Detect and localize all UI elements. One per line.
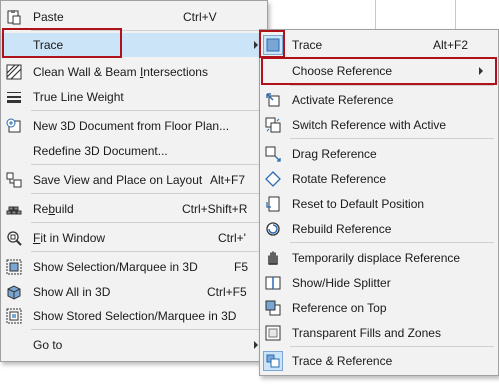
submenu-item-reset-position[interactable]: Reset to Default Position xyxy=(260,192,498,216)
menu-separator xyxy=(290,85,494,86)
menu-item-label: Activate Reference xyxy=(292,93,394,107)
menu-item-label: Trace xyxy=(292,38,323,52)
stored-selection-3d-icon xyxy=(6,308,22,324)
menu-item-shortcut: Ctrl+' xyxy=(218,231,246,245)
submenu-arrow-icon xyxy=(254,341,258,349)
menu-separator xyxy=(31,164,263,165)
menu-item-shortcut: Ctrl+F5 xyxy=(207,285,247,299)
menu-item-go-to[interactable]: Go to xyxy=(1,333,267,357)
show-all-3d-icon xyxy=(6,284,22,300)
menu-separator xyxy=(290,138,494,139)
submenu-item-drag-reference[interactable]: Drag Reference xyxy=(260,142,498,166)
splitter-icon xyxy=(265,275,281,291)
menu-item-shortcut: Ctrl+V xyxy=(183,10,217,24)
menu-separator xyxy=(290,242,494,243)
submenu-item-trace-and-reference[interactable]: Trace & Reference xyxy=(260,349,498,373)
save-view-layout-icon xyxy=(6,172,22,188)
menu-item-label: Rotate Reference xyxy=(292,172,387,186)
submenu-arrow-icon xyxy=(254,41,258,49)
submenu-item-reference-on-top[interactable]: Reference on Top xyxy=(260,296,498,320)
menu-item-label: Clean Wall & Beam Intersections xyxy=(33,65,208,79)
reference-on-top-icon xyxy=(265,300,281,316)
background-gridline xyxy=(455,0,456,30)
menu-item-label: New 3D Document from Floor Plan... xyxy=(33,119,230,133)
menu-item-label: True Line Weight xyxy=(33,90,124,104)
menu-item-label: Rebuild xyxy=(33,202,74,216)
submenu-item-temporarily-displace[interactable]: Temporarily displace Reference xyxy=(260,246,498,270)
submenu-item-show-hide-splitter[interactable]: Show/Hide Splitter xyxy=(260,271,498,295)
menu-item-show-all-3d[interactable]: Show All in 3D Ctrl+F5 xyxy=(1,280,267,304)
menu-item-label: Redefine 3D Document... xyxy=(33,144,168,158)
menu-item-shortcut: Alt+F2 xyxy=(433,38,469,52)
menu-item-label: Paste xyxy=(33,10,64,24)
menu-separator xyxy=(31,110,263,111)
annotation-highlight-box xyxy=(259,30,285,58)
trace-and-reference-icon xyxy=(263,351,283,371)
menu-separator xyxy=(31,193,263,194)
menu-item-label: Show Selection/Marquee in 3D xyxy=(33,260,198,274)
menu-item-true-line-weight[interactable]: True Line Weight xyxy=(1,85,267,109)
menu-item-label: Drag Reference xyxy=(292,147,377,161)
menu-separator xyxy=(31,251,263,252)
annotation-highlight-box xyxy=(2,28,122,58)
menu-item-show-stored-selection-3d[interactable]: Show Stored Selection/Marquee in 3D xyxy=(1,304,267,328)
clipboard-icon xyxy=(6,9,22,25)
submenu-item-rotate-reference[interactable]: Rotate Reference xyxy=(260,167,498,191)
submenu-item-activate-reference[interactable]: Activate Reference xyxy=(260,88,498,112)
submenu-item-rebuild-reference[interactable]: Rebuild Reference xyxy=(260,217,498,241)
menu-item-label: Rebuild Reference xyxy=(292,222,392,236)
wall-intersection-icon xyxy=(6,64,22,80)
switch-reference-icon xyxy=(265,117,281,133)
annotation-highlight-box xyxy=(261,57,497,85)
menu-item-label: Show Stored Selection/Marquee in 3D xyxy=(33,309,237,323)
transparent-fills-icon xyxy=(265,325,281,341)
rebuild-reference-icon xyxy=(265,221,281,237)
menu-item-fit-in-window[interactable]: Fit in Window Ctrl+' xyxy=(1,226,267,250)
zoom-fit-icon xyxy=(6,230,22,246)
menu-item-label: Show/Hide Splitter xyxy=(292,276,391,290)
rebuild-icon xyxy=(6,201,22,217)
menu-item-label: Save View and Place on Layout xyxy=(33,173,203,187)
drag-reference-icon xyxy=(265,146,281,162)
menu-item-clean-wall-beam[interactable]: Clean Wall & Beam Intersections xyxy=(1,60,267,84)
menu-item-label: Trace & Reference xyxy=(292,354,393,368)
menu-item-label: Reference on Top xyxy=(292,301,387,315)
menu-item-shortcut: F5 xyxy=(234,260,249,274)
menu-separator xyxy=(31,222,263,223)
menu-item-show-selection-3d[interactable]: Show Selection/Marquee in 3D F5 xyxy=(1,255,267,279)
menu-item-redefine-3d-document[interactable]: Redefine 3D Document... xyxy=(1,139,267,163)
menu-separator xyxy=(290,346,494,347)
rotate-reference-icon xyxy=(265,171,281,187)
menu-item-shortcut: Ctrl+Shift+R xyxy=(182,202,248,216)
hand-displace-icon xyxy=(265,250,281,266)
menu-item-label: Transparent Fills and Zones xyxy=(292,326,441,340)
show-selection-3d-icon xyxy=(6,259,22,275)
menu-item-label: Temporarily displace Reference xyxy=(292,251,461,265)
menu-item-shortcut: Alt+F7 xyxy=(210,173,246,187)
menu-separator xyxy=(31,329,263,330)
menu-item-new-3d-document[interactable]: New 3D Document from Floor Plan... xyxy=(1,114,267,138)
menu-item-label: Switch Reference with Active xyxy=(292,118,447,132)
menu-item-label: Show All in 3D xyxy=(33,285,111,299)
submenu-item-switch-reference[interactable]: Switch Reference with Active xyxy=(260,113,498,137)
background-gridline xyxy=(375,0,376,30)
menu-item-paste[interactable]: Paste Ctrl+V xyxy=(1,5,267,29)
activate-reference-icon xyxy=(265,92,281,108)
line-weight-icon xyxy=(6,89,22,105)
menu-item-label: Fit in Window xyxy=(33,231,106,245)
menu-item-label: Go to xyxy=(33,338,63,352)
menu-item-save-view-place-layout[interactable]: Save View and Place on Layout Alt+F7 xyxy=(1,168,267,192)
menu-item-rebuild[interactable]: Rebuild Ctrl+Shift+R xyxy=(1,197,267,221)
new-3d-document-icon xyxy=(6,118,22,134)
submenu-item-trace[interactable]: Trace Alt+F2 xyxy=(260,33,498,57)
reset-position-icon xyxy=(265,196,281,212)
submenu-item-transparent-fills[interactable]: Transparent Fills and Zones xyxy=(260,321,498,345)
menu-item-label: Reset to Default Position xyxy=(292,197,425,211)
